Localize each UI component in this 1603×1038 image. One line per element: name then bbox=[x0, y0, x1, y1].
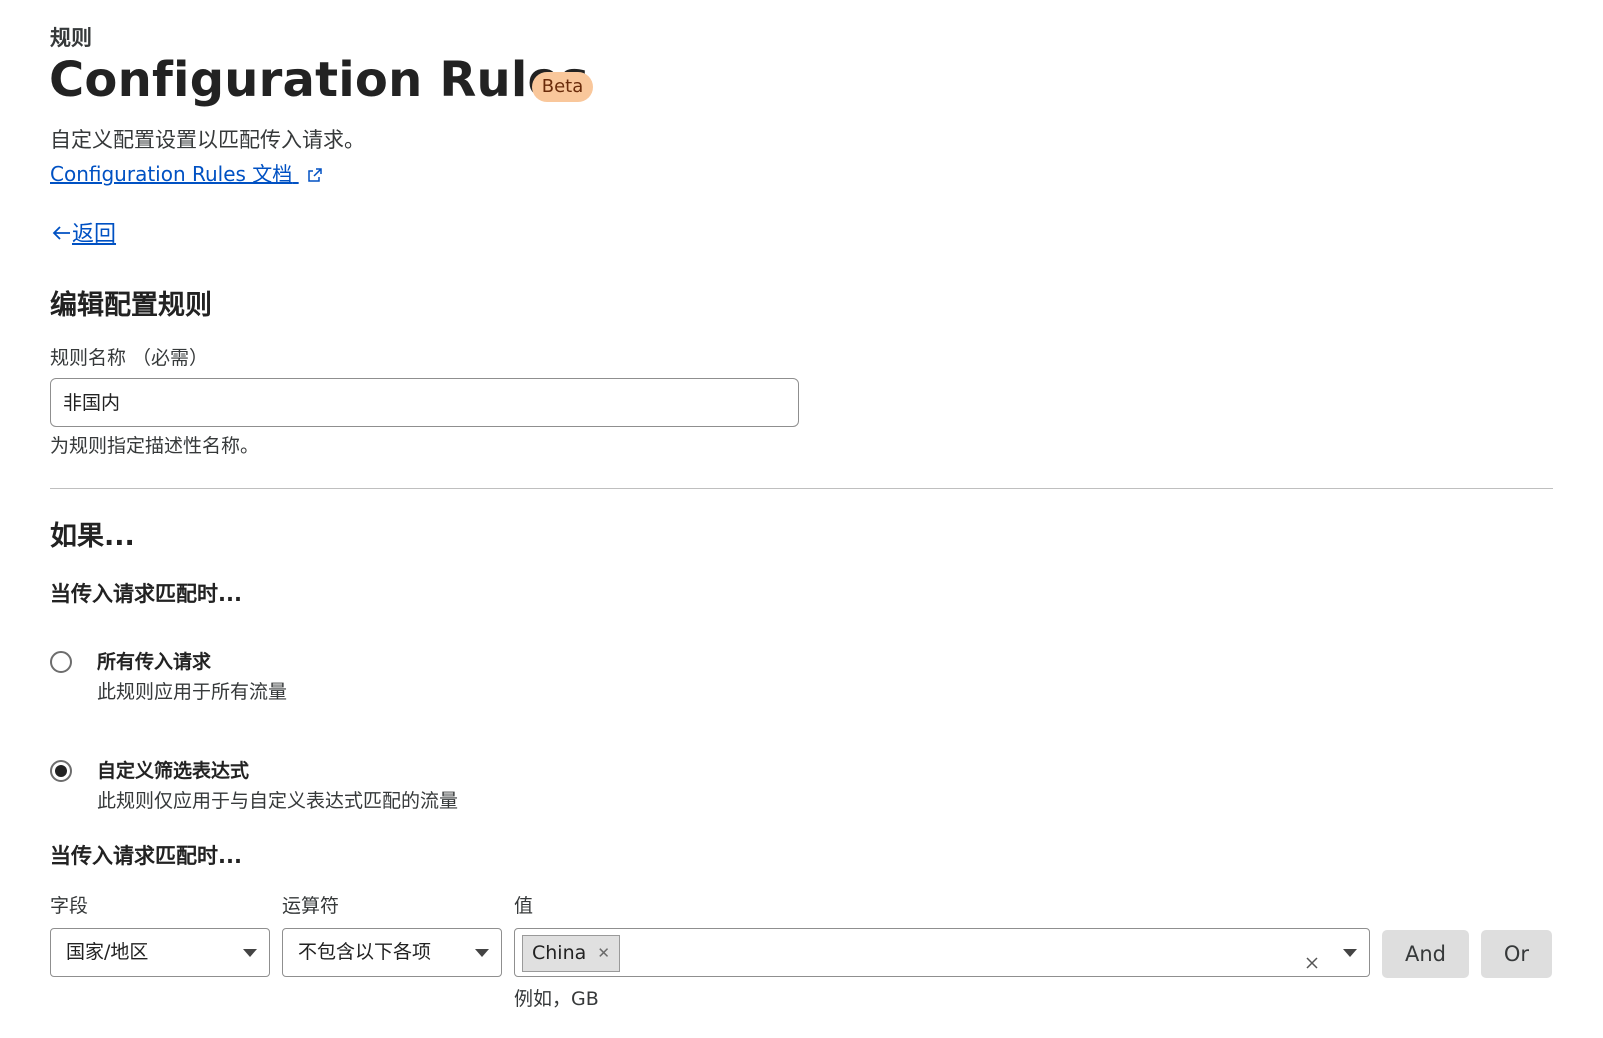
page-title: Configuration Rules bbox=[49, 52, 590, 108]
docs-link-label: Configuration Rules 文档 bbox=[50, 162, 293, 186]
back-link-label: 返回 bbox=[72, 222, 117, 247]
field-label: 字段 bbox=[50, 895, 89, 917]
value-label: 值 bbox=[514, 895, 534, 917]
edit-rule-heading: 编辑配置规则 bbox=[50, 290, 212, 321]
and-button[interactable]: And bbox=[1382, 930, 1469, 978]
field-select[interactable]: 国家/地区 bbox=[50, 928, 270, 977]
chevron-down-icon bbox=[475, 949, 489, 957]
operator-select-value: 不包含以下各项 bbox=[298, 941, 432, 963]
close-icon[interactable] bbox=[1303, 943, 1321, 969]
expression-heading: 当传入请求匹配时... bbox=[50, 844, 242, 868]
chevron-down-icon[interactable] bbox=[1343, 949, 1357, 957]
operator-select[interactable]: 不包含以下各项 bbox=[282, 928, 502, 977]
docs-link[interactable]: Configuration Rules 文档 bbox=[50, 158, 323, 188]
rule-name-label: 规则名称 （必需） bbox=[50, 347, 209, 369]
radio-all-requests[interactable] bbox=[50, 651, 72, 673]
beta-badge: Beta bbox=[532, 72, 593, 102]
if-heading: 如果... bbox=[50, 521, 135, 552]
field-select-value: 国家/地区 bbox=[66, 941, 149, 963]
breadcrumb[interactable]: 规则 bbox=[50, 22, 92, 52]
operator-label: 运算符 bbox=[282, 895, 340, 917]
configuration-rules-page: 规则 Configuration Rules Beta 自定义配置设置以匹配传入… bbox=[0, 0, 1603, 1038]
remove-chip-icon[interactable]: ✕ bbox=[597, 936, 610, 971]
section-divider bbox=[50, 488, 1553, 489]
radio-selected-dot bbox=[55, 765, 67, 777]
option-custom-filter-title[interactable]: 自定义筛选表达式 bbox=[97, 756, 249, 783]
value-multiselect[interactable]: China ✕ bbox=[514, 928, 1370, 977]
rule-name-input[interactable]: 非国内 bbox=[50, 378, 799, 427]
chevron-down-icon bbox=[243, 949, 257, 957]
value-chip-china: China ✕ bbox=[522, 935, 620, 972]
option-custom-filter-desc: 此规则仅应用于与自定义表达式匹配的流量 bbox=[97, 790, 459, 812]
value-help: 例如，GB bbox=[514, 988, 599, 1010]
page-subtitle: 自定义配置设置以匹配传入请求。 bbox=[50, 128, 365, 152]
external-link-icon bbox=[307, 164, 323, 188]
match-heading: 当传入请求匹配时... bbox=[50, 582, 242, 606]
back-link[interactable]: 返回 bbox=[50, 216, 116, 248]
rule-name-help: 为规则指定描述性名称。 bbox=[50, 435, 260, 457]
or-button[interactable]: Or bbox=[1481, 930, 1552, 978]
value-chip-label: China bbox=[532, 942, 587, 964]
option-all-requests-desc: 此规则应用于所有流量 bbox=[97, 681, 288, 703]
radio-custom-filter[interactable] bbox=[50, 760, 72, 782]
arrow-left-icon bbox=[50, 222, 72, 244]
option-all-requests-title[interactable]: 所有传入请求 bbox=[97, 647, 211, 674]
